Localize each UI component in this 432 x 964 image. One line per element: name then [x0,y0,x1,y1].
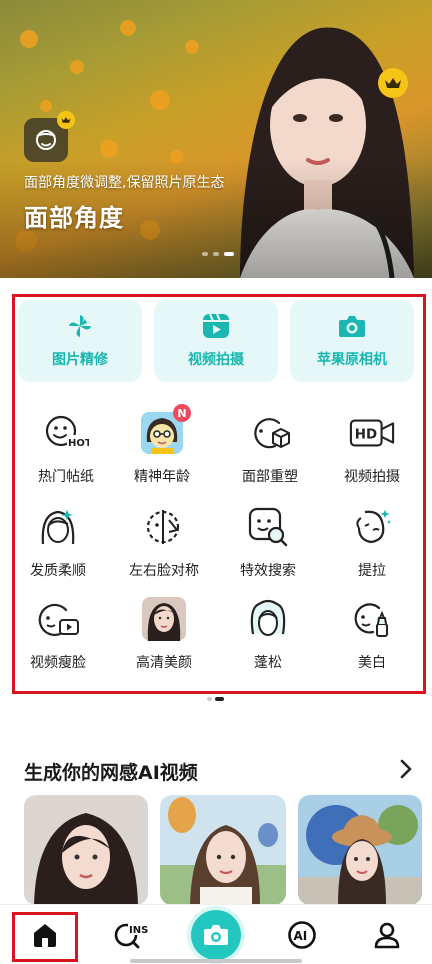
face-angle-icon [24,111,75,162]
person-icon [374,922,400,949]
banner-subtitle: 面部角度微调整,保留照片原生态 [24,175,225,191]
home-indicator [130,959,302,963]
chevron-right-icon[interactable] [396,758,416,780]
banner-title: 面部角度 [24,204,124,232]
banner-flower [40,100,52,112]
nav-profile[interactable] [369,918,405,952]
banner-flower [70,60,84,74]
camera-icon [204,925,228,945]
pager-dot-active [215,697,224,701]
nav-camera-button[interactable] [191,910,241,960]
section-title: 生成你的网感AI视频 [24,762,198,784]
ai-icon: AI [288,921,316,949]
thumbnail-image [298,795,422,905]
banner-flower [150,90,170,110]
nav-ins[interactable]: INS [112,918,152,952]
ins-search-icon: INS [114,923,150,949]
pager-dot [213,252,219,256]
banner-pager [202,252,234,256]
feature-banner[interactable]: 面部角度微调整,保留照片原生态 面部角度 [0,0,432,278]
banner-flower [120,20,136,36]
thumbnail-image [160,795,286,905]
pager-dot-active [224,252,234,256]
banner-flower [185,40,199,54]
ai-video-thumbnail[interactable] [24,795,148,905]
pager-dot [207,697,212,701]
highlight-frame [12,294,426,694]
banner-flower [20,30,38,48]
crown-icon [57,111,75,129]
ai-video-thumbnail[interactable] [298,795,422,905]
crown-icon [378,68,408,98]
highlight-frame [12,912,78,962]
pager-dot [202,252,208,256]
home-screen: 面部角度微调整,保留照片原生态 面部角度 图片精修 视频拍摄 苹果原相机 HOT… [0,0,432,964]
grid-pager [207,697,224,701]
ai-label: AI [294,929,308,943]
banner-flower [100,140,118,158]
thumbnail-image [24,795,148,905]
ins-label: INS [129,925,148,936]
ai-video-thumbnail[interactable] [160,795,286,905]
nav-ai[interactable]: AI [284,918,320,952]
